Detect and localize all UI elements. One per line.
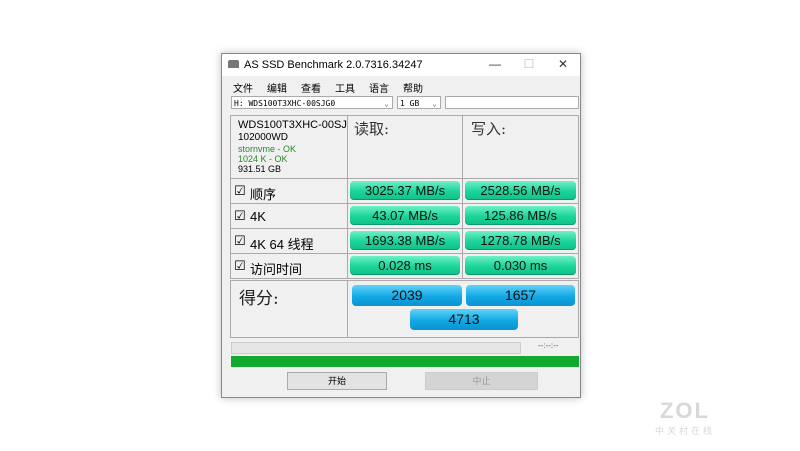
app-icon bbox=[228, 60, 239, 68]
info-cell: WDS100T3XHC-00SJ 102000WD stornvme - OK … bbox=[230, 115, 348, 179]
start-button[interactable]: 开始 bbox=[287, 372, 387, 390]
write-result: 0.030 ms bbox=[465, 256, 576, 275]
minimize-button[interactable]: — bbox=[480, 57, 510, 71]
as-ssd-window: AS SSD Benchmark 2.0.7316.34247 — ☐ ✕ 文件… bbox=[221, 53, 581, 398]
row-label-cell: ☑ 4K 64 线程 bbox=[230, 228, 348, 254]
total-score: 4713 bbox=[410, 309, 518, 330]
row-label-cell: ☑ 顺序 bbox=[230, 178, 348, 204]
menu-help[interactable]: 帮助 bbox=[403, 84, 423, 95]
row-label: 访问时间 bbox=[250, 262, 303, 277]
blank-input[interactable] bbox=[445, 96, 579, 109]
read-result: 43.07 MB/s bbox=[350, 206, 460, 225]
overall-progress-fill bbox=[231, 356, 579, 367]
menu-file[interactable]: 文件 bbox=[233, 84, 253, 95]
menu-language[interactable]: 语言 bbox=[369, 84, 389, 95]
drive-model: WDS100T3XHC-00SJ bbox=[238, 119, 347, 131]
write-header: 写入: bbox=[462, 115, 579, 179]
read-result: 0.028 ms bbox=[350, 256, 460, 275]
menu-tools[interactable]: 工具 bbox=[335, 84, 355, 95]
row-label: 4K 64 线程 bbox=[250, 237, 314, 252]
score-label: 得分: bbox=[239, 289, 279, 309]
drive-select[interactable]: H: WDS100T3XHC-00SJG0 ⌄ bbox=[231, 96, 393, 109]
window-title: AS SSD Benchmark 2.0.7316.34247 bbox=[244, 59, 423, 71]
read-score: 2039 bbox=[352, 285, 462, 306]
test-progress-bar bbox=[231, 342, 521, 354]
row-label: 4K bbox=[250, 209, 266, 224]
driver-status: stornvme - OK bbox=[238, 144, 297, 154]
drive-value: H: WDS100T3XHC-00SJG0 bbox=[234, 99, 336, 108]
read-result: 1693.38 MB/s bbox=[350, 231, 460, 250]
maximize-button[interactable]: ☐ bbox=[514, 57, 544, 71]
write-result: 2528.56 MB/s bbox=[465, 181, 576, 200]
drive-firmware: 102000WD bbox=[238, 132, 289, 143]
stop-button[interactable]: 中止 bbox=[425, 372, 538, 390]
row-checkbox[interactable]: ☑ bbox=[234, 183, 246, 199]
size-select[interactable]: 1 GB ⌄ bbox=[397, 96, 441, 109]
chevron-down-icon: ⌄ bbox=[432, 99, 437, 108]
watermark-sub: 中关村在线 bbox=[654, 426, 715, 436]
drive-capacity: 931.51 GB bbox=[238, 164, 282, 174]
overall-progress-bar bbox=[231, 356, 579, 367]
write-result: 125.86 MB/s bbox=[465, 206, 576, 225]
alignment-status: 1024 K - OK bbox=[238, 154, 288, 164]
write-score: 1657 bbox=[466, 285, 575, 306]
zol-watermark: ZOL 中关村在线 bbox=[655, 398, 715, 437]
menu-view[interactable]: 查看 bbox=[301, 84, 321, 95]
close-button[interactable]: ✕ bbox=[548, 57, 578, 71]
watermark-logo: ZOL bbox=[659, 398, 710, 423]
row-checkbox[interactable]: ☑ bbox=[234, 258, 246, 274]
row-label: 顺序 bbox=[250, 187, 277, 202]
row-label-cell: ☑ 4K bbox=[230, 203, 348, 229]
row-checkbox[interactable]: ☑ bbox=[234, 208, 246, 224]
size-value: 1 GB bbox=[400, 99, 420, 108]
read-result: 3025.37 MB/s bbox=[350, 181, 460, 200]
chevron-down-icon: ⌄ bbox=[384, 99, 389, 108]
write-result: 1278.78 MB/s bbox=[465, 231, 576, 250]
score-label-cell: 得分: bbox=[230, 280, 348, 338]
menu-bar: 文件 编辑 查看 工具 语言 帮助 bbox=[233, 80, 437, 95]
title-bar: AS SSD Benchmark 2.0.7316.34247 — ☐ ✕ bbox=[222, 54, 580, 76]
read-header: 读取: bbox=[347, 115, 463, 179]
row-label-cell: ☑ 访问时间 bbox=[230, 253, 348, 279]
menu-edit[interactable]: 编辑 bbox=[267, 84, 287, 95]
row-checkbox[interactable]: ☑ bbox=[234, 233, 246, 249]
elapsed-time: --:--:-- bbox=[538, 341, 559, 350]
